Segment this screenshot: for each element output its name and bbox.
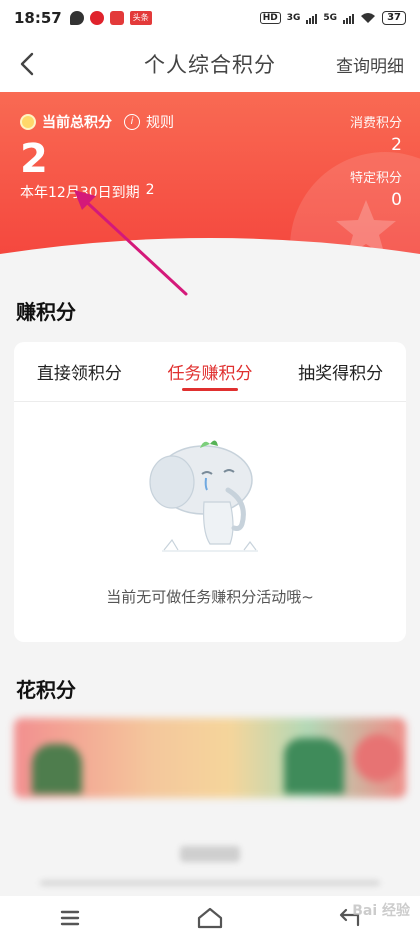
expiry-value: 2	[145, 182, 155, 198]
earn-points-card: 直接领积分 任务赚积分 抽奖得积分 当前无可做任务赚积分活动哦~	[14, 342, 406, 642]
tab-label: 抽奖得积分	[298, 364, 384, 384]
empty-state-text: 当前无可做任务赚积分活动哦~	[106, 588, 314, 606]
expiry-info: 本年12月30日到期 2	[20, 182, 155, 202]
consume-points-label: 消费积分	[349, 116, 402, 131]
empty-elephant-illustration	[149, 440, 258, 552]
spend-points-title: 花积分	[16, 678, 76, 702]
app-notification-icon	[109, 11, 124, 25]
5g-indicator: 5G	[323, 13, 338, 23]
weibo-notification-icon	[89, 11, 104, 25]
special-points-label: 特定积分	[349, 171, 402, 186]
banner-bottom-curve	[0, 238, 420, 272]
points-summary-banner: 当前总积分 i 规则 2 本年12月30日到期 2 消费积分 2 特定积分 0	[0, 92, 420, 272]
3g-indicator: 3G	[286, 13, 301, 23]
points-breakdown: 消费积分 2 特定积分 0	[350, 112, 402, 222]
banner-shape	[32, 744, 82, 794]
status-time: 18:57	[14, 9, 62, 27]
top-navigation-bar: 个人综合积分 查询明细	[0, 36, 420, 92]
expiry-text: 本年12月30日到期	[20, 185, 140, 201]
back-arrow-icon[interactable]	[14, 48, 42, 80]
page-title: 个人综合积分	[144, 53, 276, 77]
status-bar: 18:57 头条 HD 3G 5G 37	[0, 0, 420, 36]
special-points-value: 0	[391, 190, 402, 210]
wifi-icon	[361, 13, 376, 23]
query-detail-link[interactable]: 查询明细	[336, 52, 404, 77]
coin-icon	[20, 114, 36, 130]
tab-direct-points[interactable]: 直接领积分	[14, 342, 145, 401]
menu-icon[interactable]	[56, 906, 84, 930]
watermark-text: Bai 经验	[352, 903, 410, 919]
banner-shape	[284, 738, 344, 794]
signal-icon	[306, 12, 318, 24]
tab-label: 直接领积分	[36, 364, 122, 384]
rules-link[interactable]: 规则	[146, 112, 174, 132]
spend-points-banner[interactable]	[14, 718, 406, 798]
blurred-text	[40, 880, 380, 886]
home-icon[interactable]	[196, 906, 224, 930]
chat-notification-icon	[69, 11, 84, 25]
earn-points-title: 赚积分	[16, 300, 76, 324]
toutiao-notification-badge: 头条	[129, 11, 152, 25]
consume-points-value: 2	[391, 135, 402, 155]
hd-indicator: HD	[259, 12, 281, 24]
total-points-value: 2	[20, 136, 48, 182]
blurred-text	[180, 846, 240, 862]
tab-task-points[interactable]: 任务赚积分	[145, 342, 276, 401]
active-tab-indicator	[182, 388, 238, 391]
tab-label: 任务赚积分	[167, 364, 253, 384]
total-points-label: 当前总积分	[42, 115, 112, 131]
banner-shape	[354, 734, 402, 782]
earn-tabs: 直接领积分 任务赚积分 抽奖得积分	[14, 342, 406, 402]
battery-icon: 37	[382, 11, 406, 25]
tab-lottery-points[interactable]: 抽奖得积分	[275, 342, 406, 401]
info-icon[interactable]: i	[124, 114, 140, 130]
signal-icon-2	[343, 12, 355, 24]
